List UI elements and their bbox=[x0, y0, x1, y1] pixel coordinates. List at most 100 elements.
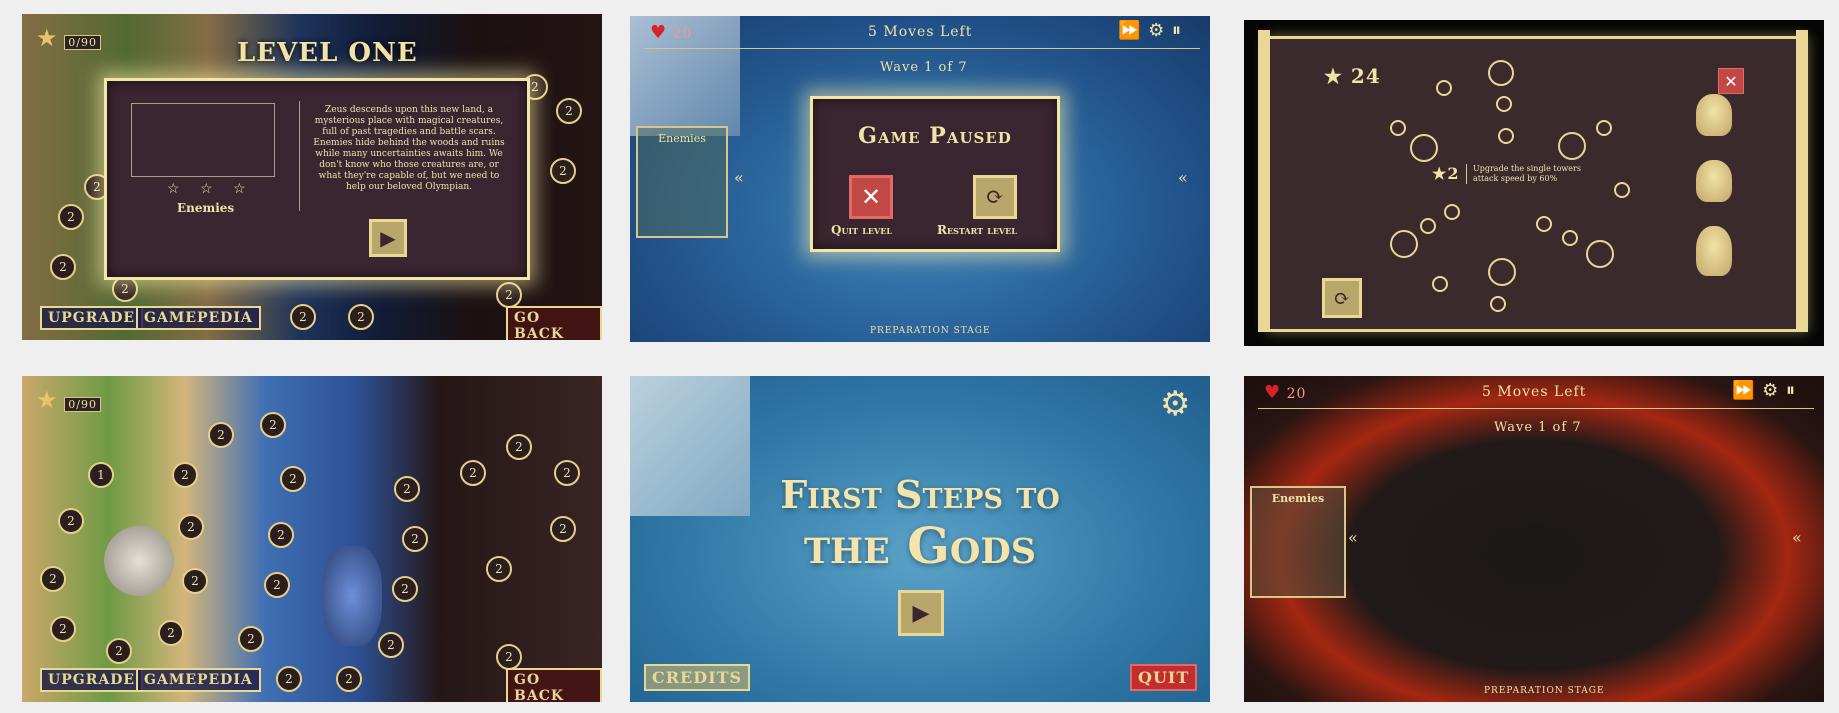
game-title-line2: the Gods bbox=[803, 516, 1036, 575]
gamepedia-button[interactable]: GAMEPEDIA bbox=[136, 668, 261, 692]
popup-title: LEVEL ONE bbox=[237, 38, 418, 68]
gear-icon[interactable]: ⚙ bbox=[1148, 20, 1165, 41]
level-node[interactable]: 2 bbox=[392, 576, 418, 602]
level-node[interactable]: 2 bbox=[460, 460, 486, 486]
level-node[interactable]: 1 bbox=[88, 462, 114, 488]
tree-node[interactable] bbox=[1390, 120, 1406, 136]
hud-line bbox=[1258, 408, 1814, 409]
level-node[interactable]: 2 bbox=[264, 572, 290, 598]
stars-total: ★ 24 bbox=[1324, 64, 1381, 88]
tree-node[interactable] bbox=[1586, 240, 1614, 268]
tree-node[interactable] bbox=[1488, 60, 1514, 86]
screen-lava-level: ♥ 20 5 Moves Left ⏩ ⚙ ⏸ Wave 1 of 7 Enem… bbox=[1244, 376, 1824, 702]
level-node[interactable]: 2 bbox=[238, 626, 264, 652]
left-chevron[interactable]: « bbox=[734, 168, 745, 187]
level-node[interactable]: 2 bbox=[402, 526, 428, 552]
close-icon: ✕ bbox=[860, 183, 882, 211]
level-node[interactable]: 2 bbox=[106, 638, 132, 664]
level-node[interactable]: 2 bbox=[58, 508, 84, 534]
level-node[interactable]: 2 bbox=[178, 514, 204, 540]
quit-level-button[interactable]: ✕ bbox=[849, 175, 893, 219]
tree-node[interactable] bbox=[1488, 258, 1516, 286]
enemies-tab[interactable]: Enemies bbox=[1250, 486, 1346, 598]
level-node[interactable]: 2 bbox=[506, 434, 532, 460]
tree-node[interactable] bbox=[1498, 128, 1514, 144]
level-node[interactable]: 2 bbox=[40, 566, 66, 592]
tree-node[interactable] bbox=[1420, 218, 1436, 234]
tree-node[interactable] bbox=[1436, 80, 1452, 96]
tree-node[interactable] bbox=[1558, 132, 1586, 160]
level-node[interactable]: 2 bbox=[260, 412, 286, 438]
level-node[interactable]: 2 bbox=[50, 616, 76, 642]
level-node[interactable]: 2 bbox=[208, 422, 234, 448]
pause-icon[interactable]: ⏸ bbox=[1172, 20, 1182, 41]
level-node[interactable]: 2 bbox=[50, 254, 76, 280]
level-node[interactable]: 2 bbox=[280, 466, 306, 492]
tree-node[interactable] bbox=[1444, 204, 1460, 220]
pause-icon[interactable]: ⏸ bbox=[1786, 380, 1796, 401]
level-node[interactable]: 2 bbox=[290, 304, 316, 330]
zeus-statue-3[interactable] bbox=[1696, 226, 1732, 276]
star-counter: ★ 0/90 bbox=[36, 24, 101, 52]
level-node[interactable]: 2 bbox=[182, 568, 208, 594]
stage-label: PREPARATION STAGE bbox=[870, 326, 991, 336]
level-node[interactable]: 2 bbox=[276, 666, 302, 692]
level-node[interactable]: 2 bbox=[550, 158, 576, 184]
credits-button[interactable]: CREDITS bbox=[644, 664, 751, 691]
fast-forward-icon[interactable]: ⏩ bbox=[1118, 20, 1141, 41]
tree-node[interactable] bbox=[1536, 216, 1552, 232]
go-back-button[interactable]: GO BACK bbox=[506, 306, 602, 340]
right-chevron[interactable]: « bbox=[1792, 528, 1803, 547]
level-node[interactable]: 2 bbox=[496, 282, 522, 308]
upgrade-button[interactable]: UPGRADE bbox=[40, 668, 144, 692]
tree-node[interactable] bbox=[1596, 120, 1612, 136]
star-icon: ★ bbox=[36, 24, 59, 52]
reset-button[interactable]: ⟳ bbox=[1322, 278, 1362, 318]
tree-node[interactable] bbox=[1490, 296, 1506, 312]
level-node[interactable]: 2 bbox=[172, 462, 198, 488]
moves-left: 5 Moves Left bbox=[868, 24, 973, 40]
wave-label: Wave 1 of 7 bbox=[880, 60, 968, 75]
right-chevron[interactable]: « bbox=[1178, 168, 1189, 187]
play-button[interactable]: ▶ bbox=[369, 219, 407, 257]
tree-node[interactable] bbox=[1614, 182, 1630, 198]
quit-button[interactable]: QUIT bbox=[1130, 664, 1198, 691]
star-icon: ★ bbox=[36, 386, 59, 414]
enemies-tab[interactable]: Enemies bbox=[636, 126, 728, 238]
hud-line bbox=[644, 48, 1200, 49]
upgrade-cost: ★2 bbox=[1432, 164, 1460, 183]
tree-node[interactable] bbox=[1562, 230, 1578, 246]
tree-node[interactable] bbox=[1390, 230, 1418, 258]
level-node[interactable]: 2 bbox=[158, 620, 184, 646]
level-node[interactable]: 2 bbox=[336, 666, 362, 692]
restart-level-button[interactable]: ⟳ bbox=[973, 175, 1017, 219]
tree-node[interactable] bbox=[1410, 134, 1438, 162]
gear-icon[interactable]: ⚙ bbox=[1160, 384, 1190, 424]
gear-icon[interactable]: ⚙ bbox=[1762, 380, 1779, 401]
restart-level-label: Restart level bbox=[937, 223, 1017, 237]
enemies-frame bbox=[131, 103, 275, 177]
level-node[interactable]: 2 bbox=[378, 632, 404, 658]
close-button[interactable]: ✕ bbox=[1718, 68, 1744, 94]
level-node[interactable]: 2 bbox=[554, 460, 580, 486]
tree-node[interactable] bbox=[1432, 276, 1448, 292]
upgrade-button[interactable]: UPGRADE bbox=[40, 306, 144, 330]
level-node[interactable]: 2 bbox=[486, 556, 512, 582]
level-node[interactable]: 2 bbox=[394, 476, 420, 502]
left-chevron[interactable]: « bbox=[1348, 528, 1359, 547]
level-node[interactable]: 2 bbox=[550, 516, 576, 542]
level-node[interactable]: 2 bbox=[58, 204, 84, 230]
pause-panel: Game Paused ✕ Quit level ⟳ Restart level bbox=[810, 96, 1060, 252]
play-button[interactable]: ▶ bbox=[898, 590, 944, 636]
screen-level-map: ★ 0/90 2 1 2 2 2 2 2 2 2 2 2 2 2 2 2 2 2… bbox=[22, 376, 602, 702]
go-back-button[interactable]: GO BACK bbox=[506, 668, 602, 702]
level-node[interactable]: 2 bbox=[268, 522, 294, 548]
zeus-statue-1[interactable] bbox=[1696, 94, 1732, 136]
level-node[interactable]: 2 bbox=[496, 644, 522, 670]
level-node[interactable]: 2 bbox=[348, 304, 374, 330]
zeus-statue-2[interactable] bbox=[1696, 160, 1732, 202]
fast-forward-icon[interactable]: ⏩ bbox=[1732, 380, 1755, 401]
tree-node[interactable] bbox=[1496, 96, 1512, 112]
gamepedia-button[interactable]: GAMEPEDIA bbox=[136, 306, 261, 330]
level-node[interactable]: 2 bbox=[556, 98, 582, 124]
